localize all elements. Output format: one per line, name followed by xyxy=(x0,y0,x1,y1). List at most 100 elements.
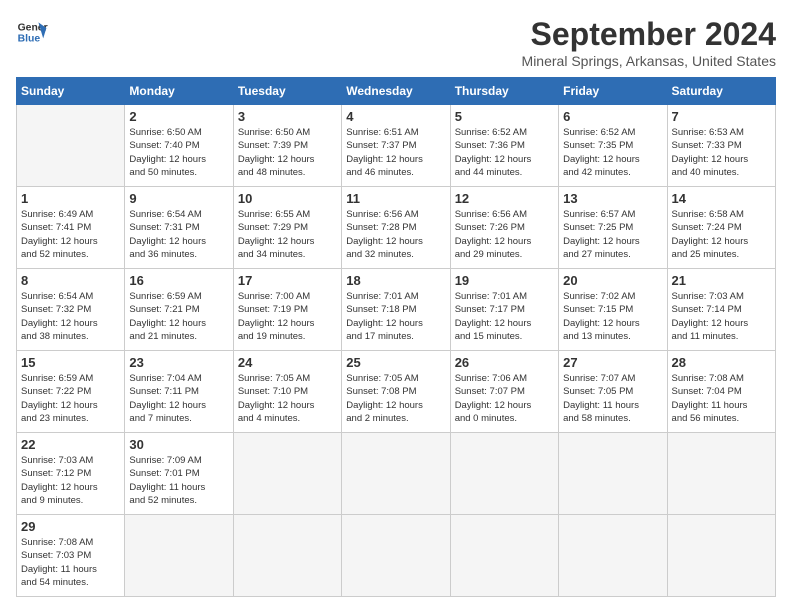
day-content: Sunrise: 6:52 AM Sunset: 7:36 PM Dayligh… xyxy=(455,126,554,179)
day-content: Sunrise: 7:08 AM Sunset: 7:04 PM Dayligh… xyxy=(672,372,771,425)
day-number: 2 xyxy=(129,109,228,124)
calendar-cell: 17Sunrise: 7:00 AM Sunset: 7:19 PM Dayli… xyxy=(233,269,341,351)
calendar-cell: 30 Sunrise: 7:09 AM Sunset: 7:01 PM Dayli… xyxy=(125,433,233,515)
calendar-row: 2 Sunrise: 6:50 AM Sunset: 7:40 PM Daylig… xyxy=(17,105,776,187)
calendar-cell: 11 Sunrise: 6:56 AM Sunset: 7:28 PM Dayli… xyxy=(342,187,450,269)
day-number: 13 xyxy=(563,191,662,206)
calendar-cell: 7 Sunrise: 6:53 AM Sunset: 7:33 PM Daylig… xyxy=(667,105,775,187)
calendar-cell: 27 Sunrise: 7:07 AM Sunset: 7:05 PM Dayli… xyxy=(559,351,667,433)
calendar-cell xyxy=(233,515,341,597)
calendar-row: 22 Sunrise: 7:03 AM Sunset: 7:12 PM Dayli… xyxy=(17,433,776,515)
calendar-cell: 23Sunrise: 7:04 AM Sunset: 7:11 PM Dayli… xyxy=(125,351,233,433)
calendar-cell xyxy=(559,515,667,597)
weekday-header: Saturday xyxy=(667,78,775,105)
day-number: 10 xyxy=(238,191,337,206)
day-number: 20 xyxy=(563,273,662,288)
day-content: Sunrise: 7:09 AM Sunset: 7:01 PM Dayligh… xyxy=(129,454,228,507)
day-number: 24 xyxy=(238,355,337,370)
day-number: 27 xyxy=(563,355,662,370)
calendar-body: 2 Sunrise: 6:50 AM Sunset: 7:40 PM Daylig… xyxy=(17,105,776,597)
calendar-cell xyxy=(342,433,450,515)
calendar-cell: 16Sunrise: 6:59 AM Sunset: 7:21 PM Dayli… xyxy=(125,269,233,351)
day-content: Sunrise: 6:52 AM Sunset: 7:35 PM Dayligh… xyxy=(563,126,662,179)
day-number: 30 xyxy=(129,437,228,452)
calendar-cell xyxy=(559,433,667,515)
weekday-header: Thursday xyxy=(450,78,558,105)
day-content: Sunrise: 7:01 AM Sunset: 7:17 PM Dayligh… xyxy=(455,290,554,343)
calendar-cell: 6 Sunrise: 6:52 AM Sunset: 7:35 PM Daylig… xyxy=(559,105,667,187)
day-number: 7 xyxy=(672,109,771,124)
day-content: Sunrise: 6:49 AM Sunset: 7:41 PM Dayligh… xyxy=(21,208,120,261)
calendar-cell xyxy=(17,105,125,187)
svg-text:Blue: Blue xyxy=(18,34,41,45)
calendar-cell: 20 Sunrise: 7:02 AM Sunset: 7:15 PM Dayli… xyxy=(559,269,667,351)
logo-icon: General Blue xyxy=(16,16,48,48)
day-number: 4 xyxy=(346,109,445,124)
day-number: 1 xyxy=(21,191,120,206)
calendar-cell: 22 Sunrise: 7:03 AM Sunset: 7:12 PM Dayli… xyxy=(17,433,125,515)
weekday-header: Sunday xyxy=(17,78,125,105)
weekday-header: Monday xyxy=(125,78,233,105)
calendar-cell: 10Sunrise: 6:55 AM Sunset: 7:29 PM Dayli… xyxy=(233,187,341,269)
day-number: 9 xyxy=(129,191,228,206)
calendar-cell: 19 Sunrise: 7:01 AM Sunset: 7:17 PM Dayli… xyxy=(450,269,558,351)
day-content: Sunrise: 6:54 AM Sunset: 7:32 PM Dayligh… xyxy=(21,290,120,343)
day-content: Sunrise: 7:07 AM Sunset: 7:05 PM Dayligh… xyxy=(563,372,662,425)
day-content: Sunrise: 7:08 AM Sunset: 7:03 PM Dayligh… xyxy=(21,536,120,589)
calendar-cell: 2 Sunrise: 6:50 AM Sunset: 7:40 PM Daylig… xyxy=(125,105,233,187)
day-content: Sunrise: 7:03 AM Sunset: 7:14 PM Dayligh… xyxy=(672,290,771,343)
day-number: 25 xyxy=(346,355,445,370)
day-number: 21 xyxy=(672,273,771,288)
day-content: Sunrise: 6:56 AM Sunset: 7:28 PM Dayligh… xyxy=(346,208,445,261)
day-number: 26 xyxy=(455,355,554,370)
calendar-cell xyxy=(667,433,775,515)
weekday-header: Tuesday xyxy=(233,78,341,105)
day-number: 12 xyxy=(455,191,554,206)
day-number: 19 xyxy=(455,273,554,288)
header: General Blue September 2024 Mineral Spri… xyxy=(16,16,776,69)
calendar-cell: 5Sunrise: 6:52 AM Sunset: 7:36 PM Daylig… xyxy=(450,105,558,187)
calendar-cell: 26Sunrise: 7:06 AM Sunset: 7:07 PM Dayli… xyxy=(450,351,558,433)
weekday-row: SundayMondayTuesdayWednesdayThursdayFrid… xyxy=(17,78,776,105)
calendar-cell: 24 Sunrise: 7:05 AM Sunset: 7:10 PM Dayli… xyxy=(233,351,341,433)
calendar-cell xyxy=(450,433,558,515)
day-number: 28 xyxy=(672,355,771,370)
day-content: Sunrise: 7:04 AM Sunset: 7:11 PM Dayligh… xyxy=(129,372,228,425)
day-content: Sunrise: 6:58 AM Sunset: 7:24 PM Dayligh… xyxy=(672,208,771,261)
calendar-row: 29 Sunrise: 7:08 AM Sunset: 7:03 PM Dayli… xyxy=(17,515,776,597)
day-number: 18 xyxy=(346,273,445,288)
calendar-cell: 4 Sunrise: 6:51 AM Sunset: 7:37 PM Daylig… xyxy=(342,105,450,187)
day-content: Sunrise: 7:05 AM Sunset: 7:10 PM Dayligh… xyxy=(238,372,337,425)
day-content: Sunrise: 6:51 AM Sunset: 7:37 PM Dayligh… xyxy=(346,126,445,179)
calendar-cell: 1 Sunrise: 6:49 AM Sunset: 7:41 PM Daylig… xyxy=(17,187,125,269)
day-content: Sunrise: 6:59 AM Sunset: 7:21 PM Dayligh… xyxy=(129,290,228,343)
calendar-cell xyxy=(342,515,450,597)
calendar-cell: 25Sunrise: 7:05 AM Sunset: 7:08 PM Dayli… xyxy=(342,351,450,433)
title-area: September 2024 Mineral Springs, Arkansas… xyxy=(522,16,776,69)
day-number: 11 xyxy=(346,191,445,206)
day-content: Sunrise: 6:56 AM Sunset: 7:26 PM Dayligh… xyxy=(455,208,554,261)
day-content: Sunrise: 6:53 AM Sunset: 7:33 PM Dayligh… xyxy=(672,126,771,179)
day-number: 15 xyxy=(21,355,120,370)
day-content: Sunrise: 7:03 AM Sunset: 7:12 PM Dayligh… xyxy=(21,454,120,507)
calendar-cell: 28 Sunrise: 7:08 AM Sunset: 7:04 PM Dayli… xyxy=(667,351,775,433)
calendar-cell: 18Sunrise: 7:01 AM Sunset: 7:18 PM Dayli… xyxy=(342,269,450,351)
calendar-cell: 29 Sunrise: 7:08 AM Sunset: 7:03 PM Dayli… xyxy=(17,515,125,597)
calendar-cell xyxy=(667,515,775,597)
calendar-cell: 21 Sunrise: 7:03 AM Sunset: 7:14 PM Dayli… xyxy=(667,269,775,351)
day-content: Sunrise: 6:50 AM Sunset: 7:40 PM Dayligh… xyxy=(129,126,228,179)
day-number: 29 xyxy=(21,519,120,534)
weekday-header: Wednesday xyxy=(342,78,450,105)
calendar-cell: 13 Sunrise: 6:57 AM Sunset: 7:25 PM Dayli… xyxy=(559,187,667,269)
calendar-cell xyxy=(125,515,233,597)
day-content: Sunrise: 7:02 AM Sunset: 7:15 PM Dayligh… xyxy=(563,290,662,343)
day-content: Sunrise: 6:57 AM Sunset: 7:25 PM Dayligh… xyxy=(563,208,662,261)
calendar-cell: 12 Sunrise: 6:56 AM Sunset: 7:26 PM Dayli… xyxy=(450,187,558,269)
day-number: 22 xyxy=(21,437,120,452)
month-title: September 2024 xyxy=(522,16,776,53)
calendar-cell: 3Sunrise: 6:50 AM Sunset: 7:39 PM Daylig… xyxy=(233,105,341,187)
calendar-cell xyxy=(450,515,558,597)
calendar-row: 8Sunrise: 6:54 AM Sunset: 7:32 PM Daylig… xyxy=(17,269,776,351)
calendar-cell: 8Sunrise: 6:54 AM Sunset: 7:32 PM Daylig… xyxy=(17,269,125,351)
day-number: 6 xyxy=(563,109,662,124)
